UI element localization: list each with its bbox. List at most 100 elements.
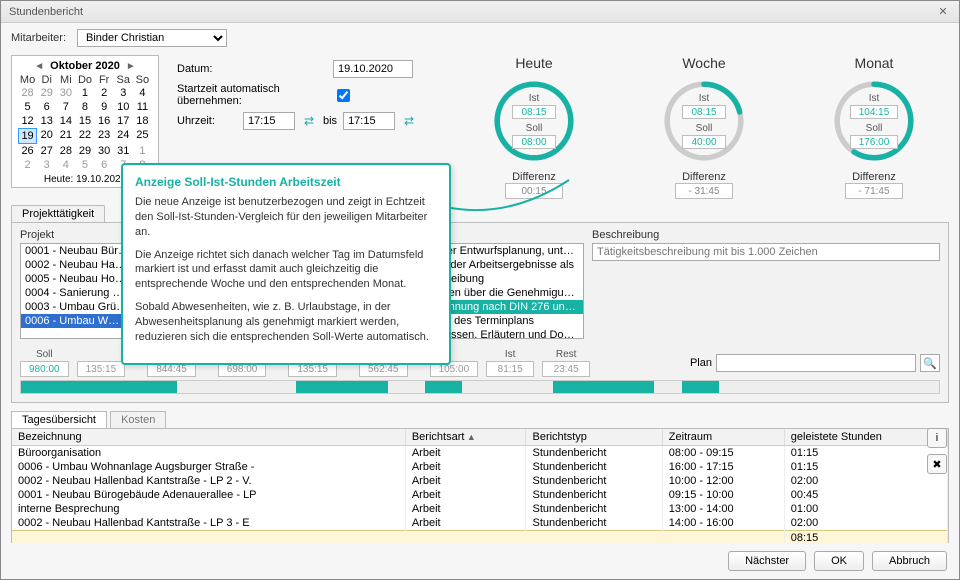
ok-button[interactable]: OK: [814, 551, 864, 571]
cal-day[interactable]: 1: [75, 86, 94, 100]
list-item[interactable]: 0004 - Sanierung …: [21, 286, 137, 300]
cal-day[interactable]: 17: [114, 114, 133, 128]
cal-day[interactable]: 18: [133, 114, 152, 128]
rest-value: 23:45: [542, 361, 590, 377]
time-from-input[interactable]: [243, 112, 295, 130]
rest-label: Rest: [556, 349, 577, 360]
cal-day[interactable]: 15: [75, 114, 94, 128]
gauge-monat: Ist 104:15 Soll 176:00: [828, 75, 920, 167]
info-button[interactable]: i: [927, 428, 947, 448]
soll-label: Soll: [36, 349, 53, 360]
progress-bar: [20, 380, 940, 394]
grid-col-header[interactable]: Berichtstyp: [526, 429, 662, 446]
table-row[interactable]: 0006 - Umbau Wohnanlage Augsburger Straß…: [12, 460, 948, 474]
table-row[interactable]: 0001 - Neubau Bürogebäude Adenauerallee …: [12, 488, 948, 502]
titlebar: Stundenbericht ✕: [1, 1, 959, 23]
soll-value: 980:00: [20, 361, 69, 377]
plan-input[interactable]: [716, 354, 916, 372]
grid-col-header[interactable]: Bezeichnung: [12, 429, 405, 446]
date-input[interactable]: [333, 60, 413, 78]
beschreibung-header: Beschreibung: [592, 229, 940, 241]
autostart-checkbox[interactable]: [337, 89, 350, 102]
gauge-woche: Ist 08:15 Soll 40:00: [658, 75, 750, 167]
cal-next-icon[interactable]: ►: [126, 61, 136, 72]
cancel-button[interactable]: Abbruch: [872, 551, 947, 571]
cal-day[interactable]: 6: [37, 100, 56, 114]
cal-day[interactable]: 11: [133, 100, 152, 114]
app-window: Stundenbericht ✕ Mitarbeiter: Binder Chr…: [0, 0, 960, 580]
day-grid[interactable]: BezeichnungBerichtsart ▲BerichtstypZeitr…: [11, 428, 949, 543]
cal-day[interactable]: 21: [56, 128, 75, 144]
next-button[interactable]: Nächster: [728, 551, 806, 571]
cal-day[interactable]: 31: [114, 144, 133, 158]
tab-tagesuebersicht[interactable]: Tagesübersicht: [11, 411, 107, 428]
tab-kosten[interactable]: Kosten: [110, 411, 166, 428]
cal-day[interactable]: 9: [95, 100, 114, 114]
cal-day[interactable]: 29: [75, 144, 94, 158]
table-row[interactable]: 0002 - Neubau Hallenbad Kantstraße - LP …: [12, 516, 948, 531]
calendar-title: Oktober 2020: [50, 60, 120, 72]
cal-day[interactable]: 8: [75, 100, 94, 114]
ist-value: 81:15: [486, 361, 534, 377]
tooltip-title: Anzeige Soll-Ist-Stunden Arbeitszeit: [135, 175, 437, 189]
cal-day[interactable]: 12: [18, 114, 37, 128]
cal-day[interactable]: 13: [37, 114, 56, 128]
cal-day[interactable]: 2: [95, 86, 114, 100]
ist-label: Ist: [505, 349, 516, 360]
swap-from-icon[interactable]: ⇄: [301, 113, 317, 129]
list-item[interactable]: 0002 - Neubau Ha…: [21, 258, 137, 272]
plan-label: Plan: [690, 357, 712, 369]
cal-day[interactable]: 30: [95, 144, 114, 158]
tooltip-p2: Die Anzeige richtet sich danach welcher …: [135, 248, 437, 293]
gauge-woche-title: Woche: [682, 55, 725, 71]
cal-day[interactable]: 10: [114, 100, 133, 114]
info-tooltip: Anzeige Soll-Ist-Stunden Arbeitszeit Die…: [121, 163, 451, 365]
date-block: Datum: Startzeit automatisch übernehmen:…: [177, 59, 417, 131]
cal-day[interactable]: 24: [114, 128, 133, 144]
delete-button[interactable]: ✖: [927, 454, 947, 474]
cal-day[interactable]: 3: [114, 86, 133, 100]
beschreibung-input[interactable]: [592, 243, 940, 261]
close-icon[interactable]: ✕: [935, 4, 951, 20]
cal-day[interactable]: 7: [56, 100, 75, 114]
grid-col-header[interactable]: geleistete Stunden: [784, 429, 947, 446]
cal-day[interactable]: 5: [18, 100, 37, 114]
cal-day[interactable]: 23: [95, 128, 114, 144]
time-to-label: bis: [323, 115, 337, 127]
table-row[interactable]: interne BesprechungArbeitStundenbericht1…: [12, 502, 948, 516]
list-item[interactable]: 0001 - Neubau Bür…: [21, 244, 137, 258]
cal-day[interactable]: 16: [95, 114, 114, 128]
time-to-input[interactable]: [343, 112, 395, 130]
cal-day[interactable]: 27: [37, 144, 56, 158]
gauge-heute-title: Heute: [515, 55, 552, 71]
swap-to-icon[interactable]: ⇄: [401, 113, 417, 129]
cal-day[interactable]: 26: [18, 144, 37, 158]
date-label: Datum:: [177, 63, 327, 75]
cal-prev-icon[interactable]: ◄: [34, 61, 44, 72]
grid-col-header[interactable]: Zeitraum: [662, 429, 784, 446]
time-label: Uhrzeit:: [177, 115, 237, 127]
grid-col-header[interactable]: Berichtsart ▲: [405, 429, 526, 446]
tooltip-p3: Sobald Abwesenheiten, wie z. B. Urlaubst…: [135, 300, 437, 345]
cal-day[interactable]: 14: [56, 114, 75, 128]
gauge-heute: Ist 08:15 Soll 08:00: [488, 75, 580, 167]
list-item[interactable]: 0003 - Umbau Grü…: [21, 300, 137, 314]
table-row[interactable]: 0002 - Neubau Hallenbad Kantstraße - LP …: [12, 474, 948, 488]
tab-project-activity[interactable]: Projekttätigkeit: [11, 205, 105, 222]
window-title: Stundenbericht: [9, 6, 83, 18]
table-row[interactable]: BüroorganisationArbeitStundenbericht08:0…: [12, 446, 948, 461]
cal-day[interactable]: 25: [133, 128, 152, 144]
grid-sum: 08:15: [784, 531, 947, 544]
list-item[interactable]: 0006 - Umbau W…: [21, 314, 137, 328]
cal-day[interactable]: 4: [133, 86, 152, 100]
dialog-footer: Nächster OK Abbruch: [1, 543, 959, 579]
search-icon[interactable]: 🔍: [920, 354, 940, 372]
list-item[interactable]: 0005 - Neubau Ho…: [21, 272, 137, 286]
tooltip-p1: Die neue Anzeige ist benutzerbezogen und…: [135, 195, 437, 240]
cal-day[interactable]: 19: [18, 128, 37, 144]
employee-select[interactable]: Binder Christian: [77, 29, 227, 47]
cal-day[interactable]: 20: [37, 128, 56, 144]
employee-label: Mitarbeiter:: [11, 32, 71, 44]
cal-day[interactable]: 28: [56, 144, 75, 158]
cal-day[interactable]: 22: [75, 128, 94, 144]
